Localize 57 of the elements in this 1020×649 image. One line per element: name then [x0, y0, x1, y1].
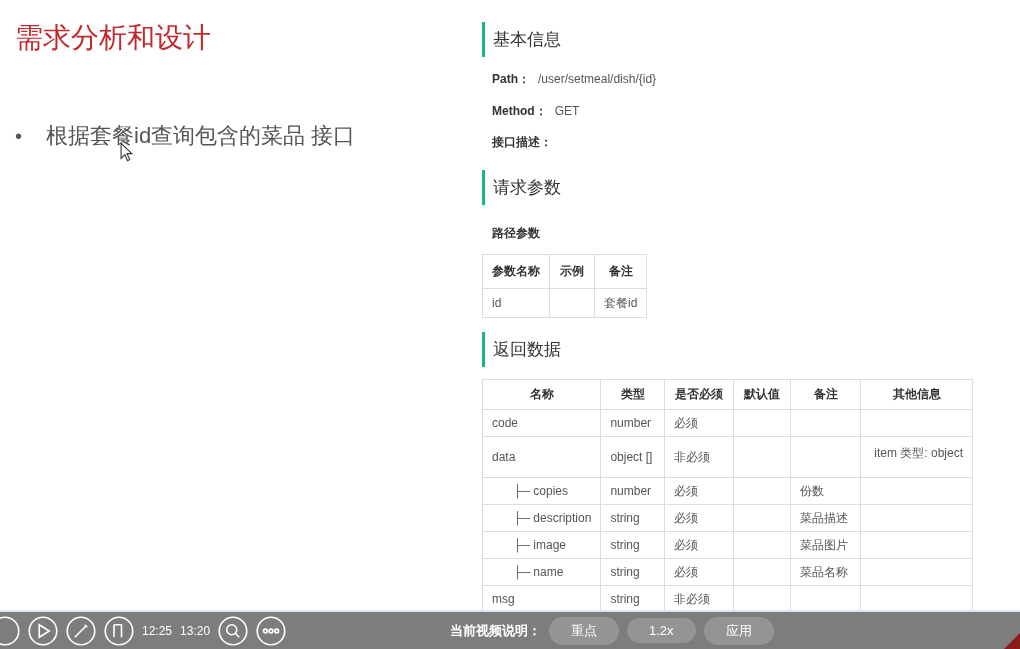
section-heading: 返回数据: [482, 332, 561, 367]
table-cell: object []: [600, 436, 665, 478]
table-cell: string: [600, 531, 665, 559]
table-cell: number: [600, 409, 665, 437]
duration-time: 13:20: [180, 623, 211, 638]
table-cell: code: [482, 409, 601, 437]
chip-button[interactable]: 重点: [549, 616, 619, 645]
column-header: 备注: [791, 379, 861, 410]
table-cell: 必须: [664, 558, 734, 586]
table-cell: 菜品图片: [791, 531, 861, 559]
video-note-label: 当前视频说明：: [450, 621, 541, 640]
field-label: 接口描述：: [492, 134, 552, 151]
current-time: 12:25: [142, 623, 173, 638]
table-cell: 必须: [664, 477, 734, 505]
chip-button[interactable]: 应用: [703, 616, 774, 645]
table-cell: 必须: [664, 531, 734, 559]
table-cell: 菜品描述: [791, 504, 861, 532]
column-header: 其他信息: [860, 379, 973, 410]
bullet-text: 根据套餐id查询包含的菜品 接口: [46, 122, 356, 150]
table-cell: 套餐id: [594, 288, 647, 318]
column-header: 默认值: [733, 379, 791, 410]
table-cell: item 类型: object: [860, 436, 973, 478]
table-cell: ├─ image: [482, 531, 601, 559]
table-cell: 菜品名称: [791, 558, 861, 586]
field-value: GET: [554, 103, 580, 120]
table-cell: ├─ description: [482, 504, 601, 532]
field-label: Path：: [492, 71, 530, 88]
bullet-marker: •: [15, 124, 22, 148]
section-heading: 基本信息: [482, 22, 561, 57]
table-cell: string: [600, 558, 665, 586]
play-icon[interactable]: [28, 615, 58, 646]
corner-triangle: [1004, 633, 1020, 649]
column-header: 示例: [549, 254, 595, 289]
table-cell: ├─ copies: [482, 477, 601, 505]
table-cell: 必须: [664, 409, 734, 437]
table-cell: 份数: [791, 477, 861, 505]
section-heading: 请求参数: [482, 170, 561, 205]
search-icon[interactable]: [218, 615, 249, 646]
more-icon[interactable]: [256, 615, 287, 646]
table-cell: data: [482, 436, 601, 478]
field-label: Method：: [492, 103, 547, 120]
field-value: /user/setmeal/dish/{id}: [538, 71, 657, 88]
table-cell: id: [482, 288, 550, 318]
table-cell: 必须: [664, 504, 734, 532]
table-cell: number: [600, 477, 665, 505]
column-header: 名称: [482, 379, 601, 410]
column-header: 是否必须: [664, 379, 734, 410]
column-header: 备注: [594, 254, 647, 289]
table-cell: ├─ name: [482, 558, 601, 586]
table-cell: string: [600, 504, 665, 532]
slide-title: 需求分析和设计: [15, 21, 212, 55]
subheading: 路径参数: [492, 225, 540, 242]
column-header: 类型: [600, 379, 665, 410]
column-header: 参数名称: [482, 254, 550, 289]
pen-icon[interactable]: [66, 615, 96, 646]
chip-button[interactable]: 1.2x: [627, 618, 696, 643]
table-cell: 非必须: [664, 436, 734, 478]
